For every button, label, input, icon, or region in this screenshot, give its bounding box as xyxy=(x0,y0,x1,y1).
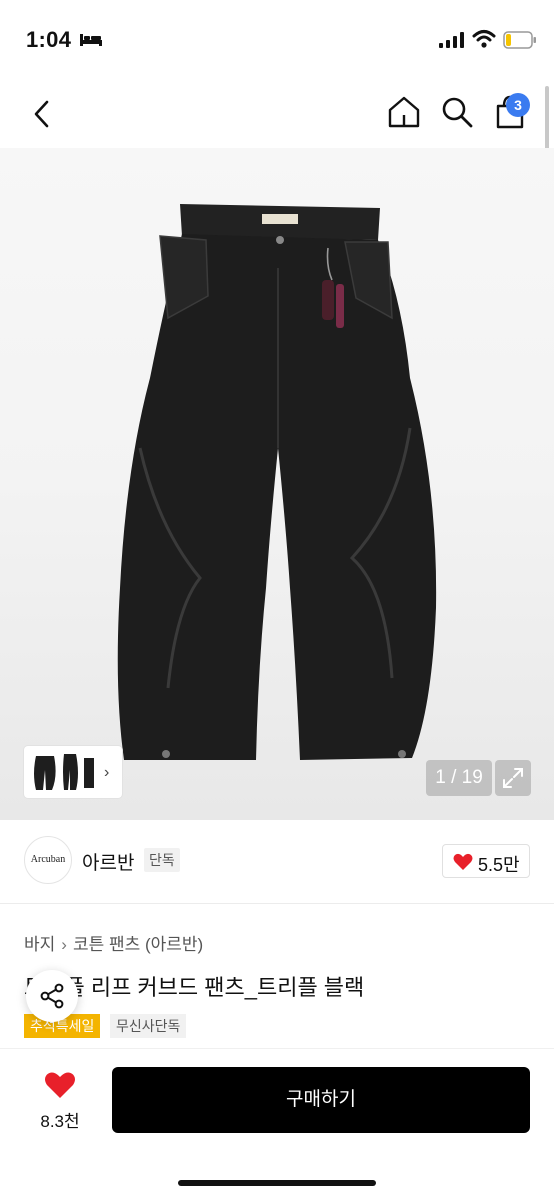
exclusive-tag: 무신사단독 xyxy=(110,1014,187,1038)
heart-icon xyxy=(45,1072,75,1098)
search-icon[interactable] xyxy=(440,94,474,130)
top-nav xyxy=(0,80,554,148)
battery-icon xyxy=(503,31,536,49)
home-indicator xyxy=(178,1180,376,1186)
wifi-icon xyxy=(472,30,496,48)
expand-image-button[interactable] xyxy=(495,760,531,796)
status-time: 1:04 xyxy=(26,27,72,52)
pants-image xyxy=(117,204,437,760)
brand-exclusive-badge: 단독 xyxy=(144,848,180,872)
brand-logo[interactable]: Arcuban xyxy=(24,836,72,884)
back-icon[interactable] xyxy=(28,96,56,132)
breadcrumb-subcategory[interactable]: 코튼 팬츠 (아르반) xyxy=(73,930,203,955)
buy-button[interactable]: 구매하기 xyxy=(112,1067,530,1133)
wishlist-button[interactable]: 8.3천 xyxy=(24,1065,96,1135)
signal-icon xyxy=(439,32,464,48)
bed-icon xyxy=(80,34,102,46)
wishlist-count: 8.3천 xyxy=(40,1112,80,1131)
status-bar: 1:04 xyxy=(0,0,554,80)
bottom-action-bar: 8.3천 구매하기 xyxy=(0,1048,554,1200)
home-icon[interactable] xyxy=(386,94,422,130)
breadcrumb-separator: › xyxy=(61,935,67,954)
cart-count-badge: 3 xyxy=(506,93,530,117)
share-button[interactable] xyxy=(26,970,78,1022)
brand-name[interactable]: 아르반 xyxy=(82,848,134,875)
share-icon xyxy=(40,983,64,1009)
thumbnail-next-arrow[interactable]: › xyxy=(104,764,109,782)
product-image[interactable] xyxy=(0,148,554,820)
expand-icon xyxy=(503,768,523,788)
brand-like-button[interactable]: 5.5만 xyxy=(442,844,530,878)
product-title: 트리플 리프 커브드 팬츠_트리플 블랙 xyxy=(24,975,365,1000)
brand-like-count: 5.5만 xyxy=(478,855,520,875)
brand-row: Arcuban 아르반 단독 5.5만 xyxy=(0,820,554,904)
breadcrumb: 바지 › 코튼 팬츠 (아르반) xyxy=(24,930,203,955)
breadcrumb-category[interactable]: 바지 xyxy=(24,930,55,955)
image-page-counter: 1 / 19 xyxy=(426,760,492,796)
heart-icon xyxy=(453,853,473,870)
